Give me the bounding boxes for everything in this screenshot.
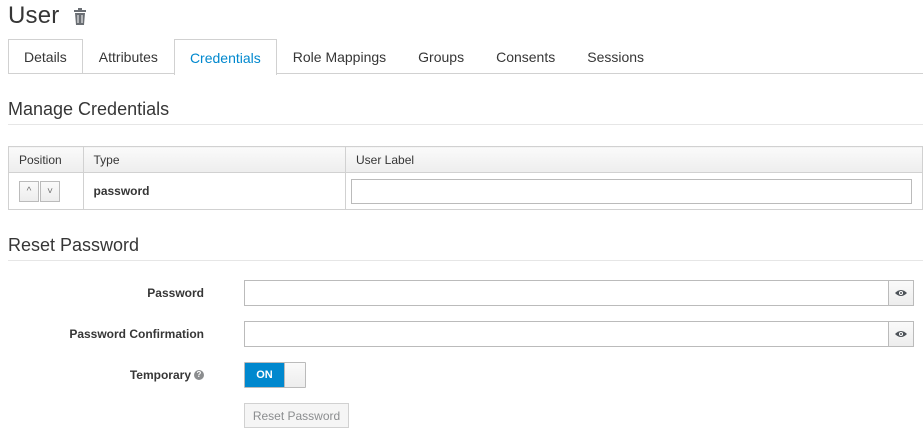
credential-type: password <box>82 172 346 210</box>
manage-credentials-title: Manage Credentials <box>8 99 170 119</box>
credentials-table: Position Type User Label ^ ˅ password <box>8 146 923 210</box>
section-divider <box>8 260 923 261</box>
help-icon[interactable]: ? <box>194 370 204 380</box>
tab-bar: Details Attributes Credentials Role Mapp… <box>8 39 923 75</box>
eye-icon <box>895 286 907 300</box>
toggle-knob <box>284 363 305 387</box>
tab-consents[interactable]: Consents <box>480 39 571 74</box>
tab-label: Consents <box>496 49 556 65</box>
position-cell: ^ ˅ <box>8 172 84 210</box>
tab-label: Groups <box>418 49 465 65</box>
page-header: User <box>8 1 87 31</box>
table-header-row: Position Type User Label <box>8 146 923 173</box>
password-input[interactable] <box>244 280 889 306</box>
reset-password-title: Reset Password <box>8 235 140 255</box>
user-label-input[interactable] <box>351 178 912 204</box>
user-label-cell <box>345 172 923 210</box>
tab-label: Sessions <box>587 49 645 65</box>
tab-credentials[interactable]: Credentials <box>173 39 277 75</box>
column-header-position: Position <box>8 146 84 173</box>
show-password-button[interactable] <box>888 280 914 306</box>
trash-icon[interactable] <box>73 7 87 25</box>
temporary-label-group: Temporary? <box>130 362 204 388</box>
password-confirmation-input[interactable] <box>244 321 889 347</box>
tab-sessions[interactable]: Sessions <box>571 39 660 74</box>
temporary-toggle[interactable]: ON <box>244 362 306 388</box>
password-label: Password <box>147 286 204 300</box>
password-confirmation-row: Password Confirmation <box>0 321 923 347</box>
tab-label: Attributes <box>98 49 158 65</box>
move-down-button[interactable]: ˅ <box>40 180 60 202</box>
table-row: ^ ˅ password <box>8 172 923 210</box>
tab-role-mappings[interactable]: Role Mappings <box>277 39 402 74</box>
tab-details[interactable]: Details <box>8 39 83 74</box>
move-up-button[interactable]: ^ <box>19 180 39 202</box>
reset-password-button[interactable]: Reset Password <box>244 403 349 428</box>
temporary-row: Temporary? ON <box>0 362 923 388</box>
page-title: User <box>8 2 60 29</box>
section-divider <box>8 124 923 125</box>
toggle-on-label: ON <box>245 363 284 387</box>
show-confirmation-button[interactable] <box>888 321 914 347</box>
column-header-user-label: User Label <box>345 146 923 173</box>
password-row: Password <box>0 280 923 306</box>
tab-attributes[interactable]: Attributes <box>83 39 174 74</box>
temporary-label: Temporary <box>129 368 191 382</box>
column-header-type: Type <box>82 146 346 173</box>
tab-label: Credentials <box>189 49 261 66</box>
tab-groups[interactable]: Groups <box>402 39 480 74</box>
tab-label: Details <box>24 49 67 65</box>
eye-icon <box>895 327 907 341</box>
tab-label: Role Mappings <box>292 49 387 65</box>
password-confirmation-label: Password Confirmation <box>69 327 204 341</box>
